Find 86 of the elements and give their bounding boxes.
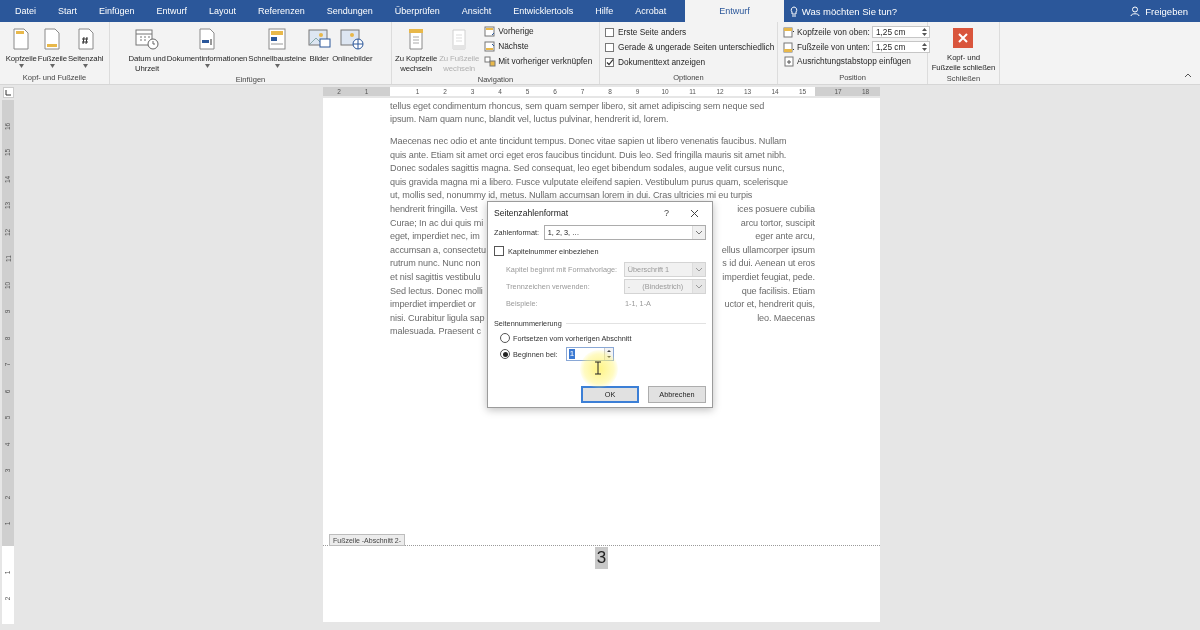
body-text: Maecenas nec odio et ante tincidunt tempus. Donec vitae sapien ut libero venenatis faucibus. Nullam [390, 136, 787, 146]
checkbox-label: Erste Seite anders [618, 27, 687, 37]
ribbon-tab[interactable]: Einfügen [88, 0, 146, 22]
body-text: arcu tortor, suscipit [740, 217, 815, 228]
lightbulb-icon [789, 5, 798, 17]
chevron-down-icon [696, 267, 702, 272]
body-text: eget, imperdiet nec, im [390, 231, 480, 242]
header-top-icon [783, 26, 795, 38]
body-text: malesuada. Praesent c [390, 326, 481, 337]
body-text: quis gravida magna mi a libero. Fusce vulputate eleifend sapien. Vestibulum purus quam, scelerisque [390, 176, 789, 187]
ribbon-button[interactable]: Ausrichtungstabstopp einfügen [783, 55, 930, 67]
ribbon-tab[interactable]: Überprüfen [383, 0, 451, 22]
next-section-icon [484, 40, 497, 52]
online-picture-icon [339, 27, 366, 51]
body-text: ellus ullamcorper ipsum [721, 244, 815, 255]
body-text: nisi. Curabitur ligula sap [390, 312, 485, 323]
ribbon-tab[interactable]: Referenzen [247, 0, 316, 22]
ribbon-tab[interactable]: Hilfe [584, 0, 625, 22]
picture-icon [307, 27, 332, 51]
checkbox-label: Dokumenttext anzeigen [618, 57, 706, 67]
body-text: imperdiet imperdiet or [390, 299, 476, 310]
radio-button[interactable] [500, 333, 510, 343]
person-icon [1130, 5, 1142, 17]
tell-me-button[interactable]: Was möchten Sie tun? [783, 0, 904, 22]
previous-section-icon [484, 25, 497, 37]
radio-button[interactable] [500, 349, 510, 359]
cursor-highlight [580, 350, 618, 388]
ribbon-tab[interactable]: Datei [4, 0, 47, 22]
dialog-title: Seitenzahlenformat [494, 208, 570, 218]
body-text: hendrerit fringilla. Vest [390, 203, 478, 214]
body-text: ipsum. Nam quam nunc, blandit vel, luctus pulvinar, hendrerit id, lorem. [390, 114, 669, 125]
ribbon-tab[interactable]: Start [47, 0, 89, 22]
checkbox[interactable] [605, 27, 614, 37]
ribbon-tab[interactable]: Ansicht [450, 0, 503, 22]
body-text: Curae; In ac dui quis mi [390, 217, 484, 228]
spin-arrows-icon[interactable] [921, 42, 927, 52]
help-button[interactable]: ? [664, 208, 690, 218]
checkbox[interactable] [605, 42, 614, 52]
start-at-field[interactable]: 1 [565, 347, 614, 361]
insert-tab-icon [783, 55, 795, 67]
body-text: uctor et, hendrerit quis, [724, 299, 815, 310]
body-text: que facilisis. Etiam [741, 285, 815, 296]
calendar-clock-icon [133, 27, 162, 51]
ribbon-tab[interactable]: Acrobat [624, 0, 678, 22]
close-icon[interactable] [690, 208, 699, 218]
body-text: quis ante. Etiam sit amet orci eget eros faucibus tincidunt. Duis leo. Sed fringilla mauris sit amet nibh. [390, 149, 787, 160]
checkbox-label: Gerade & ungerade Seiten unterschiedlich [618, 42, 775, 52]
text-cursor-icon [594, 361, 602, 375]
close-icon [952, 27, 975, 49]
link-sections-icon [484, 55, 497, 67]
collapse-ribbon-icon[interactable] [1184, 73, 1192, 78]
body-text: s id dui. Aenean ut eros [722, 258, 815, 269]
ribbon-tab[interactable]: Sendungen [315, 0, 384, 22]
spin-label: Kopfzeile von oben: [797, 27, 870, 37]
body-text: Sed lectus. Donec molli [390, 285, 483, 296]
body-text: eger ante arcu, [755, 231, 815, 242]
chevron-down-icon[interactable] [696, 230, 702, 235]
share-button[interactable]: Freigeben [1118, 0, 1200, 22]
tab-selector[interactable] [2, 87, 14, 98]
quick-parts-icon [266, 27, 289, 51]
spin-label: Fußzeile von unten: [797, 42, 870, 52]
ribbon-button[interactable]: Nächste [484, 40, 593, 52]
checkbox[interactable] [494, 246, 504, 256]
ribbon-tab[interactable]: Entwurf [685, 0, 784, 22]
footer-bottom-icon [783, 41, 795, 53]
ribbon-button[interactable]: Mit vorheriger verknüpfen [484, 55, 593, 67]
ribbon-tab[interactable]: Entwicklertools [502, 0, 585, 22]
spin-field[interactable]: 1,25 cm [871, 41, 930, 53]
body-text: rutrum nunc. Nunc non [390, 258, 481, 269]
ribbon-tab[interactable]: Entwurf [145, 0, 199, 22]
document-info-icon [196, 27, 218, 51]
body-text: imperdiet feugiat, pede. [722, 271, 815, 282]
spin-arrows-icon[interactable] [921, 27, 927, 37]
body-text: accumsan a, consectetu [390, 244, 486, 255]
chevron-down-icon [696, 284, 702, 289]
page-number[interactable]: 3 [594, 547, 609, 569]
body-text: tellus eget condimentum rhoncus, sem quam semper libero, sit amet adipiscing sem neque sed [390, 100, 765, 111]
body-text: Donec sodales sagittis magna. Sed consequat, leo eget bibendum sodales, augue velit cursus nunc, [390, 163, 785, 174]
ribbon-button[interactable]: Vorherige [484, 25, 593, 37]
spin-field[interactable]: 1,25 cm [871, 26, 930, 38]
body-text: leo. Maecenas [757, 312, 815, 323]
body-text: ices posuere cubilia [737, 203, 815, 214]
ribbon-tab[interactable]: Layout [198, 0, 248, 22]
body-text: ut, mollis sed, nonummy id, metus. Nullam accumsan lorem in dui. Cras ultricies mi eu turpis [390, 190, 753, 201]
checkbox[interactable] [605, 57, 614, 67]
body-text: et nisl sagittis vestibulu [390, 271, 481, 282]
